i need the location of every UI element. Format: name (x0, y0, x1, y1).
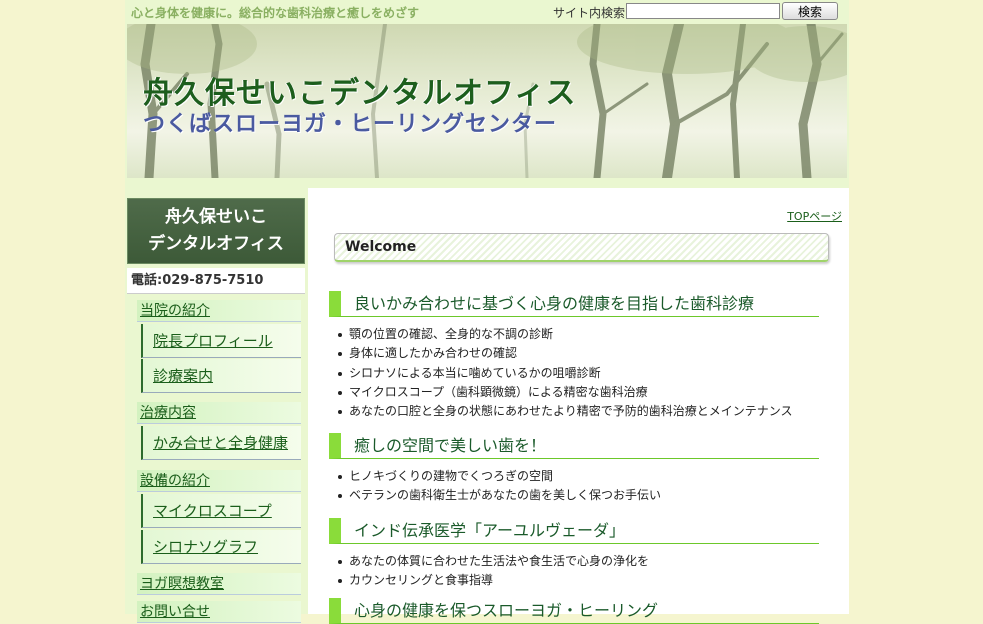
list-item: カウンセリングと食事指導 (335, 571, 649, 590)
nav-item-microscope[interactable]: マイクロスコープ (141, 494, 301, 528)
nav-section-yoga[interactable]: ヨガ瞑想教室 (137, 573, 301, 595)
nav-item-clinic-info[interactable]: 診療案内 (141, 359, 301, 393)
section-heading-yoga: 心身の健康を保つスローヨガ・ヒーリング (329, 598, 819, 624)
nav-item-profile[interactable]: 院長プロフィール (141, 324, 301, 358)
section-list-healing: ヒノキづくりの建物でくつろぎの空間 ベテランの歯科衛生士があなたの歯を美しく保つ… (335, 467, 661, 506)
sidebar-logo-line1: 舟久保せいこ (165, 207, 267, 227)
nav-item-bite-health[interactable]: かみ合せと全身健康 (141, 426, 301, 460)
header-banner: 舟久保せいこデンタルオフィス つくばスローヨガ・ヒーリングセンター (127, 24, 847, 178)
search-button[interactable]: 検索 (782, 2, 838, 20)
nav-section-about[interactable]: 当院の紹介 (137, 300, 301, 322)
top-page-link[interactable]: TOPページ (787, 208, 842, 224)
sidebar: 舟久保せいこ デンタルオフィス 電話:029-875-7510 当院の紹介 院長… (127, 198, 305, 623)
list-item: ベテランの歯科衛生士があなたの歯を美しく保つお手伝い (335, 486, 661, 505)
welcome-box: Welcome (334, 233, 829, 262)
main-content: TOPページ Welcome 良いかみ合わせに基づく心身の健康を目指した歯科診療… (308, 188, 849, 624)
search-label: サイト内検索 (553, 6, 626, 20)
page-wrapper: 心と身体を健康に。総合的な歯科治療と癒しをめざす サイト内検索 検索 舟久保せい… (125, 0, 849, 624)
nav-section-contact[interactable]: お問い合せ (137, 601, 301, 623)
nav-item-sironaso[interactable]: シロナソグラフ (141, 530, 301, 564)
sidebar-logo-line2: デンタルオフィス (148, 234, 284, 254)
list-item: あなたの口腔と全身の状態にあわせたより精密で予防的歯科治療とメインテナンス (335, 402, 793, 421)
welcome-title: Welcome (345, 239, 417, 255)
sidebar-phone: 電話:029-875-7510 (127, 268, 305, 294)
top-bar: 心と身体を健康に。総合的な歯科治療と癒しをめざす サイト内検索 検索 (125, 0, 849, 24)
search-input[interactable] (626, 3, 780, 19)
list-item: あなたの体質に合わせた生活法や食生活で心身の浄化を (335, 552, 649, 571)
section-heading-ayurveda: インド伝承医学「アーユルヴェーダ」 (329, 518, 819, 544)
section-heading-dental: 良いかみ合わせに基づく心身の健康を目指した歯科診療 (329, 291, 819, 317)
tagline: 心と身体を健康に。総合的な歯科治療と癒しをめざす (131, 6, 420, 20)
nav-section-treatment[interactable]: 治療内容 (137, 402, 301, 424)
site-subtitle: つくばスローヨガ・ヒーリングセンター (143, 112, 558, 137)
section-list-dental: 顎の位置の確認、全身的な不調の診断 身体に適したかみ合わせの確認 シロナソによる… (335, 325, 793, 421)
section-heading-healing: 癒しの空間で美しい歯を！ (329, 433, 819, 459)
section-list-ayurveda: あなたの体質に合わせた生活法や食生活で心身の浄化を カウンセリングと食事指導 (335, 552, 649, 591)
list-item: 顎の位置の確認、全身的な不調の診断 (335, 325, 793, 344)
sidebar-logo[interactable]: 舟久保せいこ デンタルオフィス (127, 198, 305, 264)
list-item: 身体に適したかみ合わせの確認 (335, 344, 793, 363)
list-item: シロナソによる本当に噛めているかの咀嚼診断 (335, 364, 793, 383)
nav-section-equipment[interactable]: 設備の紹介 (137, 470, 301, 492)
list-item: マイクロスコープ（歯科顕微鏡）による精密な歯科治療 (335, 383, 793, 402)
list-item: ヒノキづくりの建物でくつろぎの空間 (335, 467, 661, 486)
